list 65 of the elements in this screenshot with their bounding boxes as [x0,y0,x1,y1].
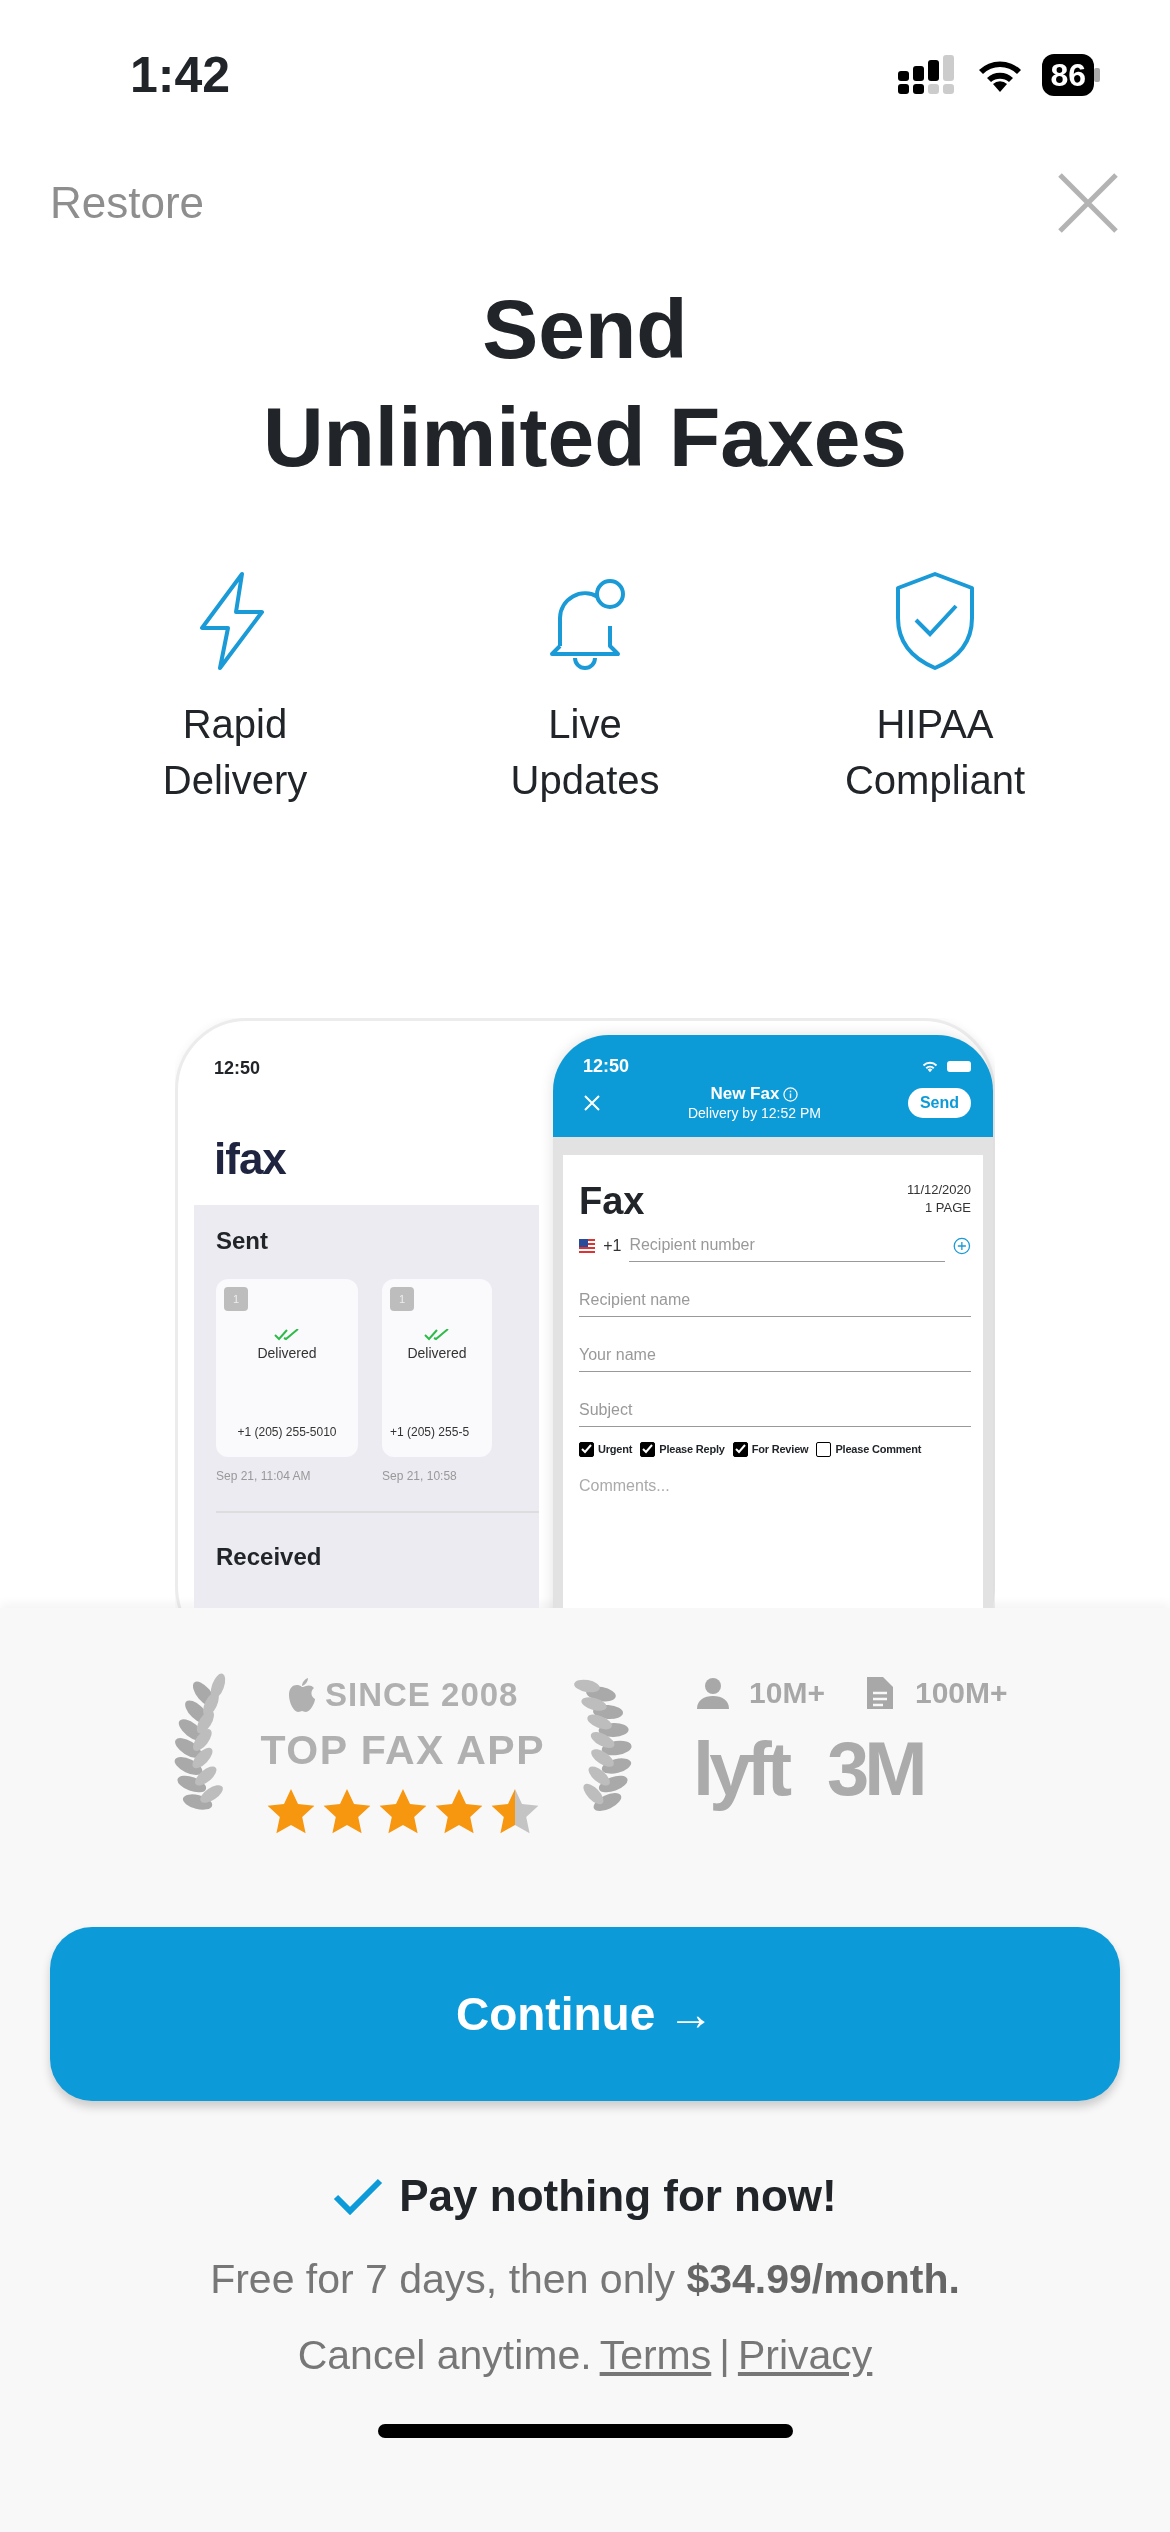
feature-label: HIPAA Compliant [844,701,1026,804]
star-icon [434,1789,483,1835]
section-heading: Received [216,1542,323,1572]
wifi-icon [921,1060,939,1073]
status-time: 1:42 [130,45,231,105]
mock-time: 12:50 [214,1057,262,1080]
checkbox[interactable] [816,1441,832,1457]
checkbox[interactable] [732,1441,748,1457]
headline: Send Unlimited Faxes [261,281,909,486]
legal-link[interactable]: Terms [599,2324,712,2386]
sent-date: Sep 21, 11:04 AM [216,1468,312,1485]
text-field[interactable]: Recipient name [579,1284,971,1317]
client-logo: lyft [693,1729,788,1809]
info-icon[interactable] [783,1086,799,1102]
recipient-number-field[interactable]: Recipient number [629,1229,946,1262]
form-heading: Fax [579,1181,645,1221]
text-field[interactable]: Subject [579,1394,971,1427]
delivery-time: Delivery by 12:52 PM [687,1104,821,1122]
option-label: For Review [751,1442,809,1457]
battery-level: 86 [1042,54,1094,96]
since-label: SINCE 2008 [325,1675,519,1715]
form-title: New Fax [710,1084,780,1104]
close-icon[interactable] [583,1094,601,1112]
mock-time: 12:50 [583,1055,630,1078]
battery-icon [947,1061,971,1072]
link-separator: | [719,2330,730,2380]
phone-number: +1 (205) 255-5010 [236,1424,338,1441]
flag-icon [579,1238,596,1253]
star-icon [490,1789,539,1835]
page-count: 1 PAGE [924,1199,971,1217]
stat-count: 10M+ [749,1675,825,1711]
option-label: Please Comment [835,1442,922,1457]
option-label: Please Reply [659,1442,725,1457]
double-check-icon [424,1329,450,1341]
cancel-note: Cancel anytime. [297,2330,592,2380]
client-logo: 3M [827,1729,923,1809]
checkbox[interactable] [579,1441,594,1457]
status-label: Delivered [406,1344,468,1363]
pricing-text: Free for 7 days, then only $34.99/month. [209,2255,961,2304]
continue-button[interactable]: Continue → [50,1927,1120,2101]
feature-label: Live Updates [510,701,660,804]
award-title: TOP FAX APP [260,1725,546,1775]
stat-count: 100M+ [914,1675,1008,1711]
checkbox[interactable] [640,1441,656,1457]
status-label: Delivered [256,1344,318,1363]
offer-headline: Pay nothing for now! [399,2170,837,2222]
country-code: +1 [603,1235,622,1256]
check-icon [333,2177,384,2215]
sent-date: Sep 21, 10:58 [382,1468,458,1485]
star-icon [266,1789,315,1835]
star-icon [378,1789,427,1835]
app-logo: ifax [214,1134,287,1184]
option-label: Urgent [598,1442,633,1457]
restore-button[interactable]: Restore [50,169,205,236]
legal-link[interactable]: Privacy [737,2324,873,2386]
double-check-icon [274,1329,300,1341]
text-field[interactable]: Your name [579,1339,971,1372]
phone-number: +1 (205) 255-5 [390,1424,471,1441]
apple-icon [287,1676,318,1713]
section-heading: Sent [216,1226,269,1256]
comments-field[interactable]: Comments... [579,1473,971,1498]
star-icon [322,1789,371,1835]
send-button[interactable]: Send [907,1088,971,1118]
fax-date: 11/12/2020 [906,1181,971,1199]
feature-label: Rapid Delivery [162,701,308,804]
